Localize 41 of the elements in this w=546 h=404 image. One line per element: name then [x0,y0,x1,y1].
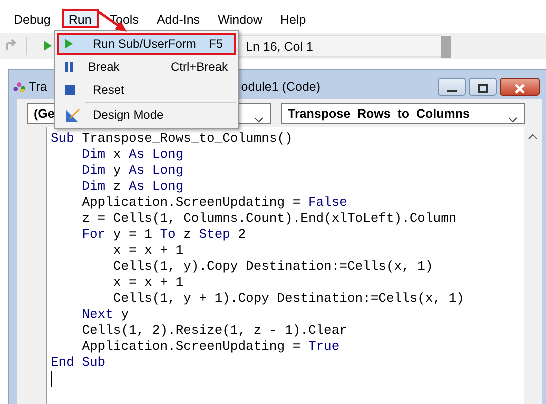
minimize-button[interactable] [438,78,466,96]
code-line: Application.ScreenUpdating = True [81,339,340,355]
code-line: Dim x As Long [81,147,184,163]
menu-item[interactable]: Add-Ins [150,9,208,28]
menu-item[interactable]: Reset [57,79,236,101]
pause-icon [65,62,73,72]
close-icon [514,84,526,94]
chevron-down-icon [254,116,264,123]
module-icon [13,81,26,93]
code-line: Application.ScreenUpdating = False [81,195,348,211]
code-line: End Sub [51,355,106,371]
maximize-icon [477,84,489,94]
code-line: Sub Transpose_Rows_to_Columns() [51,131,293,147]
window-title: Tra [29,78,48,96]
code-line: z = Cells(1, Columns.Count).End(xlToLeft).Column [81,211,457,227]
ruler-pencil-icon [65,107,81,123]
play-icon [65,39,73,49]
code-line: x = x + 1 [112,243,184,259]
menu-item[interactable]: Run [62,9,99,28]
code-line: Cells(1, y + 1).Copy Destination:=Cells(x, 1) [112,291,464,307]
window-title: odule1 (Code) [241,78,321,96]
code-line: Cells(1, 2).Resize(1, z - 1).Clear [81,323,348,339]
menu-item[interactable]: Debug [7,9,58,28]
chevron-down-icon [508,116,518,123]
code-line: Cells(1, y).Copy Destination:=Cells(x, 1) [112,259,434,275]
maximize-button[interactable] [469,78,497,96]
gripper-icon[interactable] [441,36,451,58]
close-button[interactable] [500,78,540,96]
procedure-dropdown[interactable]: Transpose_Rows_to_Columns [281,103,525,124]
menu-item[interactable]: Break Ctrl+Break [57,56,236,78]
stop-icon [65,85,75,95]
code-line: x = x + 1 [112,275,184,291]
menu-item[interactable]: Help [274,9,314,28]
code-line: Dim y As Long [81,163,184,179]
code-line: For y = 1 To z Step 2 [81,227,246,243]
menu-item[interactable]: Design Mode [57,104,236,126]
menu-item[interactable]: Window [211,9,270,28]
menu-item[interactable]: Run Sub/UserForm F5 [57,33,236,55]
code-line: Dim z As Long [81,179,184,195]
code-line: Next y [81,307,130,323]
scrollbar[interactable] [524,127,542,404]
